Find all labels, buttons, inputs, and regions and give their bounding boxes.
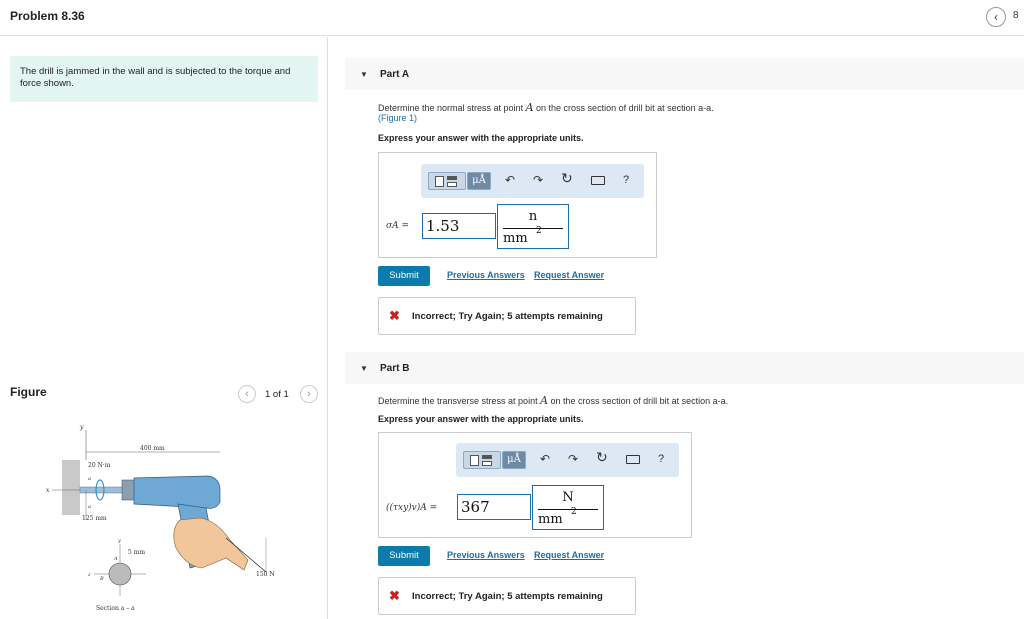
- part-b-value-input[interactable]: 367: [457, 494, 531, 520]
- part-b-unit-denominator: mm: [538, 512, 563, 527]
- wall: [62, 460, 80, 515]
- part-b-unit-exponent: 2: [571, 507, 577, 517]
- part-b-unit-numerator: N: [562, 490, 574, 505]
- figure-link[interactable]: (Figure 1): [378, 113, 417, 123]
- incorrect-icon: ✖: [389, 588, 400, 603]
- part-a-variable-label: σA =: [386, 221, 410, 231]
- part-a-submit-button[interactable]: Submit: [378, 266, 430, 286]
- drill-figure[interactable]: y x 400 mm 20 N·m a a 125 mm 150 N y z 5…: [30, 420, 300, 619]
- part-b-previous-answers-link[interactable]: Previous Answers: [447, 550, 525, 560]
- redo-icon[interactable]: ↷: [533, 173, 543, 187]
- keyboard-icon[interactable]: [591, 176, 605, 185]
- undo-icon[interactable]: ↶: [540, 452, 550, 466]
- incorrect-icon: ✖: [389, 308, 400, 323]
- dimension-400-label: 400 mm: [140, 445, 165, 452]
- section-circle: [108, 562, 132, 586]
- help-icon[interactable]: ?: [623, 174, 629, 186]
- torque-label: 20 N·m: [88, 462, 111, 469]
- part-a-unit-exponent: 2: [536, 226, 542, 236]
- part-b-feedback-text: Incorrect; Try Again; 5 attempts remaini…: [412, 591, 603, 602]
- point-a-label: A: [113, 556, 118, 562]
- part-b-toolbar: μÅ ↶ ↷ ↻ ?: [456, 443, 679, 477]
- section-a-top: a: [88, 476, 91, 482]
- part-b-answer-box: μÅ ↶ ↷ ↻ ? ((τxy)v)A = 367 N mm 2: [378, 432, 692, 538]
- part-b-unit-input[interactable]: N mm 2: [532, 485, 604, 530]
- part-b-prompt-var: A: [540, 394, 549, 407]
- part-a-instruction: Express your answer with the appropriate…: [378, 133, 584, 143]
- dimension-125-label: 125 mm: [82, 515, 107, 522]
- problem-counter: 8: [1013, 10, 1019, 21]
- part-a-prompt-before: Determine the normal stress at point: [378, 103, 526, 113]
- part-a-feedback-text: Incorrect; Try Again; 5 attempts remaini…: [412, 311, 603, 322]
- figure-label: Figure: [10, 385, 47, 399]
- section-y-label: y: [117, 538, 121, 544]
- section-z-label: z: [87, 572, 91, 578]
- templates-button[interactable]: [463, 451, 501, 469]
- part-a-prompt-var: A: [525, 101, 534, 114]
- part-b-variable-label: ((τxy)v)A =: [386, 503, 438, 513]
- part-a-title: Part A: [380, 69, 410, 80]
- figure-prev-button[interactable]: ‹: [238, 385, 256, 403]
- part-b-feedback: ✖ Incorrect; Try Again; 5 attempts remai…: [378, 577, 636, 615]
- x-axis-label: x: [46, 487, 50, 494]
- part-b-prompt-after: on the cross section of drill bit at sec…: [548, 396, 729, 406]
- part-a-prompt-after: on the cross section of drill bit at sec…: [533, 103, 714, 113]
- units-button[interactable]: μÅ: [502, 451, 526, 469]
- drill-body: [133, 475, 221, 509]
- part-b-header[interactable]: [345, 352, 1024, 384]
- part-a-feedback: ✖ Incorrect; Try Again; 5 attempts remai…: [378, 297, 636, 335]
- undo-icon[interactable]: ↶: [505, 173, 515, 187]
- section-caption: Section a – a: [96, 605, 135, 612]
- problem-intro: The drill is jammed in the wall and is s…: [10, 56, 318, 102]
- part-b-prompt: Determine the transverse stress at point…: [378, 394, 728, 407]
- part-a-unit-input[interactable]: n mm 2: [497, 204, 569, 249]
- part-a-prompt: Determine the normal stress at point A o…: [378, 101, 714, 114]
- part-a-value-input[interactable]: 1.53: [422, 213, 496, 239]
- help-icon[interactable]: ?: [658, 453, 664, 465]
- part-a-previous-answers-link[interactable]: Previous Answers: [447, 270, 525, 280]
- reset-icon[interactable]: ↻: [561, 171, 573, 185]
- part-a-answer-box: μÅ ↶ ↷ ↻ ? σA = 1.53 n mm 2: [378, 152, 657, 258]
- hand: [173, 517, 249, 571]
- part-b-title: Part B: [380, 363, 410, 374]
- templates-button[interactable]: [428, 172, 466, 190]
- column-divider: [327, 37, 328, 619]
- figure-next-button[interactable]: ›: [300, 385, 318, 403]
- part-b-submit-button[interactable]: Submit: [378, 546, 430, 566]
- part-b-toggle-icon[interactable]: ▼: [360, 364, 368, 373]
- force-label: 150 N: [256, 571, 275, 578]
- part-a-toggle-icon[interactable]: ▼: [360, 70, 368, 79]
- y-axis-label: y: [79, 424, 84, 431]
- part-b-instruction: Express your answer with the appropriate…: [378, 414, 584, 424]
- reset-icon[interactable]: ↻: [596, 450, 608, 464]
- top-bar: Problem 8.36 ‹ 8: [0, 0, 1024, 36]
- part-a-unit-numerator: n: [528, 209, 538, 224]
- section-a-bottom: a: [88, 504, 91, 510]
- part-a-unit-denominator: mm: [503, 231, 528, 246]
- problem-title: Problem 8.36: [10, 9, 85, 23]
- point-b-label: B: [99, 576, 104, 582]
- previous-problem-button[interactable]: ‹: [986, 7, 1006, 27]
- drill-bit: [79, 486, 125, 494]
- part-a-toolbar: μÅ ↶ ↷ ↻ ?: [421, 164, 644, 198]
- part-b-request-answer-link[interactable]: Request Answer: [534, 550, 604, 560]
- part-b-prompt-before: Determine the transverse stress at point: [378, 396, 541, 406]
- keyboard-icon[interactable]: [626, 455, 640, 464]
- dimension-5-label: 5 mm: [128, 549, 145, 556]
- figure-counter: 1 of 1: [265, 389, 289, 400]
- part-a-header[interactable]: [345, 58, 1024, 90]
- redo-icon[interactable]: ↷: [568, 452, 578, 466]
- units-button[interactable]: μÅ: [467, 172, 491, 190]
- part-a-request-answer-link[interactable]: Request Answer: [534, 270, 604, 280]
